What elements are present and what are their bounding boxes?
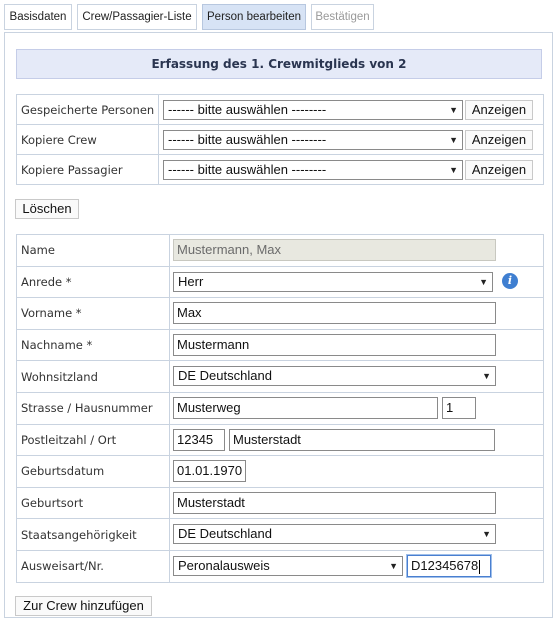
gespeicherte-personen-label: Gespeicherte Personen bbox=[16, 94, 159, 125]
ort-field[interactable]: Musterstadt bbox=[229, 428, 495, 451]
geburtsdatum-label: Geburtsdatum bbox=[16, 455, 170, 488]
row-ausweis: Ausweisart/Nr. Peronalausweis ▼ D1234567… bbox=[16, 549, 544, 583]
kopiere-crew-select[interactable]: ------ bitte auswählen -------- ▼ bbox=[163, 130, 463, 150]
kopiere-passagier-label: Kopiere Passagier bbox=[16, 154, 159, 185]
postleitzahl-field[interactable]: 12345 bbox=[173, 428, 225, 451]
chevron-down-icon: ▼ bbox=[449, 105, 458, 115]
gespeicherte-personen-select[interactable]: ------ bitte auswählen -------- ▼ bbox=[163, 100, 463, 120]
info-icon[interactable]: i bbox=[502, 272, 518, 289]
nachname-label: Nachname * bbox=[16, 328, 170, 362]
row-geburtsort: Geburtsort Musterstadt bbox=[16, 486, 544, 520]
row-geburtsdatum: Geburtsdatum 01.01.1970 bbox=[16, 455, 544, 488]
geburtsort-field[interactable]: Musterstadt bbox=[173, 491, 496, 514]
vorname-label: Vorname * bbox=[16, 297, 170, 330]
person-edit-panel: Erfassung des 1. Crewmitglieds von 2 Ges… bbox=[4, 32, 553, 618]
anrede-select[interactable]: Herr ▼ bbox=[173, 271, 493, 292]
staatsangehoerigkeit-select[interactable]: DE Deutschland ▼ bbox=[173, 524, 496, 545]
person-form-table: Name Mustermann, Max Anrede * Herr ▼ i V… bbox=[16, 234, 544, 583]
row-strasse: Strasse / Hausnummer Musterweg 1 bbox=[16, 391, 544, 425]
copy-person-table: Gespeicherte Personen ------ bitte auswä… bbox=[16, 94, 544, 185]
strasse-label: Strasse / Hausnummer bbox=[16, 391, 170, 425]
page-title: Erfassung des 1. Crewmitglieds von 2 bbox=[16, 49, 542, 79]
row-kopiere-passagier: Kopiere Passagier ------ bitte auswählen… bbox=[16, 154, 544, 185]
chevron-down-icon: ▼ bbox=[449, 135, 458, 145]
row-staatsangehoerigkeit: Staatsangehörigkeit DE Deutschland ▼ bbox=[16, 518, 544, 551]
name-field: Mustermann, Max bbox=[173, 239, 496, 261]
chevron-down-icon: ▼ bbox=[479, 276, 488, 287]
row-name: Name Mustermann, Max bbox=[16, 234, 544, 267]
tab-bestaetigen: Bestätigen bbox=[311, 4, 374, 30]
staatsangehoerigkeit-label: Staatsangehörigkeit bbox=[16, 518, 170, 551]
anzeigen-gespeicherte-button[interactable]: Anzeigen bbox=[465, 100, 533, 120]
vorname-field[interactable]: Max bbox=[173, 302, 496, 325]
ausweisnummer-field[interactable]: D12345678 bbox=[407, 554, 491, 577]
chevron-down-icon: ▼ bbox=[389, 560, 398, 571]
nachname-field[interactable]: Mustermann bbox=[173, 333, 496, 356]
row-anrede: Anrede * Herr ▼ i bbox=[16, 265, 544, 299]
anzeigen-passagier-button[interactable]: Anzeigen bbox=[465, 160, 533, 180]
zur-crew-hinzufuegen-button[interactable]: Zur Crew hinzufügen bbox=[15, 596, 152, 616]
anzeigen-crew-button[interactable]: Anzeigen bbox=[465, 130, 533, 150]
name-label: Name bbox=[16, 234, 170, 267]
chevron-down-icon: ▼ bbox=[482, 529, 491, 540]
tab-basisdaten[interactable]: Basisdaten bbox=[4, 4, 72, 30]
text-caret bbox=[479, 559, 481, 574]
ausweis-label: Ausweisart/Nr. bbox=[16, 549, 170, 583]
geburtsdatum-field[interactable]: 01.01.1970 bbox=[173, 460, 246, 483]
chevron-down-icon: ▼ bbox=[449, 165, 458, 175]
hausnummer-field[interactable]: 1 bbox=[442, 396, 476, 419]
row-gespeicherte-personen: Gespeicherte Personen ------ bitte auswä… bbox=[16, 94, 544, 125]
tab-crew-passagier-liste[interactable]: Crew/Passagier-Liste bbox=[77, 4, 197, 30]
ausweisart-select[interactable]: Peronalausweis ▼ bbox=[173, 555, 403, 576]
geburtsort-label: Geburtsort bbox=[16, 486, 170, 520]
row-vorname: Vorname * Max bbox=[16, 297, 544, 330]
wohnsitzland-select[interactable]: DE Deutschland ▼ bbox=[173, 366, 496, 387]
row-kopiere-crew: Kopiere Crew ------ bitte auswählen ----… bbox=[16, 124, 544, 155]
wohnsitzland-label: Wohnsitzland bbox=[16, 360, 170, 393]
row-plz-ort: Postleitzahl / Ort 12345 Musterstadt bbox=[16, 423, 544, 457]
row-wohnsitzland: Wohnsitzland DE Deutschland ▼ bbox=[16, 360, 544, 393]
plz-ort-label: Postleitzahl / Ort bbox=[16, 423, 170, 457]
strasse-field[interactable]: Musterweg bbox=[173, 396, 438, 419]
chevron-down-icon: ▼ bbox=[482, 371, 491, 382]
anrede-label: Anrede * bbox=[16, 265, 170, 299]
tab-person-bearbeiten[interactable]: Person bearbeiten bbox=[202, 4, 306, 30]
row-nachname: Nachname * Mustermann bbox=[16, 328, 544, 362]
kopiere-passagier-select[interactable]: ------ bitte auswählen -------- ▼ bbox=[163, 160, 463, 180]
loeschen-button[interactable]: Löschen bbox=[15, 199, 79, 219]
kopiere-crew-label: Kopiere Crew bbox=[16, 124, 159, 155]
